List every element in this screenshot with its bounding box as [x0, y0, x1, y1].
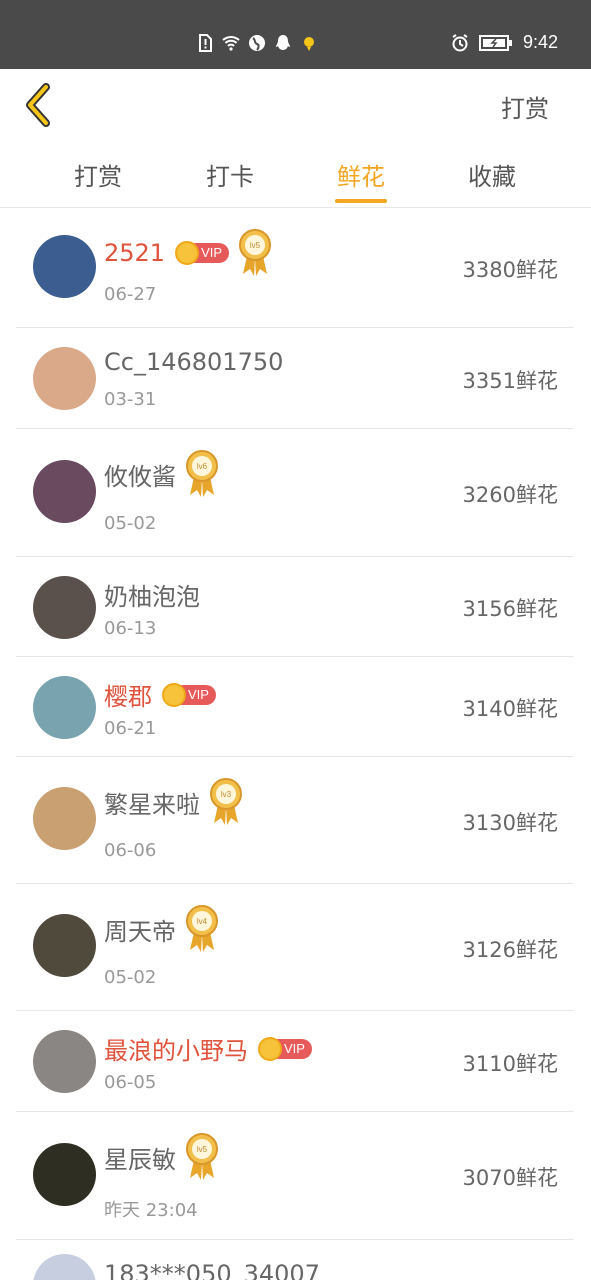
status-icons	[196, 34, 318, 52]
list-item[interactable]: 攸攸酱 lv6 05-02 3260鲜花	[16, 429, 574, 557]
sim-alert-icon	[199, 34, 212, 52]
flower-amount: 3260鲜花	[462, 483, 558, 507]
name-line: 繁星来啦 lv3	[104, 777, 244, 827]
level-text: lv5	[250, 241, 261, 250]
tab-active-indicator	[335, 199, 387, 203]
flower-amount: 3156鲜花	[462, 597, 558, 621]
level-text: lv3	[221, 790, 232, 799]
flower-amount: 3126鲜花	[462, 938, 558, 962]
name-line: 周天帝 lv4	[104, 904, 220, 954]
avatar[interactable]	[33, 787, 96, 850]
avatar[interactable]	[33, 676, 96, 739]
date-text: 06-06	[104, 840, 157, 861]
list-item[interactable]: 繁星来啦 lv3 06-06 3130鲜花	[16, 757, 574, 884]
user-name[interactable]: 星辰敏	[104, 1140, 176, 1175]
list-item[interactable]: Cc_146801750 03-31 3351鲜花	[16, 328, 574, 429]
avatar[interactable]	[33, 460, 96, 523]
name-line: Cc_146801750	[104, 348, 283, 376]
vip-badge: VIP	[162, 682, 216, 707]
list-item[interactable]: 樱郡 VIP 06-21 3140鲜花	[16, 657, 574, 757]
list-item[interactable]: 星辰敏 lv5 昨天 23:04 3070鲜花	[16, 1112, 574, 1240]
browser-icon	[249, 35, 265, 51]
avatar[interactable]	[33, 576, 96, 639]
qq-icon	[276, 35, 290, 50]
tab-checkin[interactable]: 打卡	[190, 157, 270, 192]
flower-amount: 3140鲜花	[462, 697, 558, 721]
status-right: 9:42	[451, 32, 558, 53]
user-name[interactable]: 183***050_34007	[104, 1260, 320, 1280]
status-time: 9:42	[522, 32, 558, 52]
date-text: 06-27	[104, 284, 157, 305]
avatar[interactable]	[33, 1143, 96, 1206]
user-name[interactable]: 奶柚泡泡	[104, 577, 200, 612]
vip-badge: VIP	[258, 1036, 312, 1061]
date-text: 06-13	[104, 618, 157, 639]
level-medal-icon: lv5	[186, 1133, 218, 1180]
level-text: lv5	[197, 1145, 208, 1154]
date-text: 03-31	[104, 389, 157, 410]
tab-favorites[interactable]: 收藏	[452, 157, 532, 192]
flower-amount: 3380鲜花	[462, 258, 558, 282]
level-text: lv4	[197, 917, 208, 926]
avatar[interactable]	[33, 347, 96, 410]
user-name[interactable]: 周天帝	[104, 912, 176, 947]
crown-icon	[175, 241, 200, 265]
level-text: lv6	[197, 462, 208, 471]
user-name[interactable]: 最浪的小野马	[104, 1031, 248, 1066]
list-item[interactable]: 2521 VIP lv5 06-27 3380鲜花	[16, 208, 574, 328]
user-name[interactable]: Cc_146801750	[104, 348, 283, 376]
list-item[interactable]: 183***050_34007	[16, 1240, 574, 1280]
crown-icon	[162, 682, 186, 707]
name-line: 2521 VIP lv5	[104, 228, 273, 278]
tab-bar: 打赏 打卡 鲜花 收藏	[0, 141, 591, 208]
list-item[interactable]: 最浪的小野马 VIP 06-05 3110鲜花	[16, 1011, 574, 1112]
tab-reward[interactable]: 打赏	[58, 157, 138, 192]
date-text: 昨天 23:04	[104, 1200, 198, 1221]
reward-header-button[interactable]: 打赏	[501, 89, 549, 124]
user-name[interactable]: 2521	[104, 239, 165, 267]
list-item[interactable]: 奶柚泡泡 06-13 3156鲜花	[16, 557, 574, 657]
date-text: 06-05	[104, 1072, 157, 1093]
alarm-icon	[452, 33, 468, 51]
name-line: 奶柚泡泡	[104, 577, 200, 612]
level-medal-icon: lv5	[239, 229, 272, 276]
flower-amount: 3351鲜花	[462, 369, 558, 393]
avatar[interactable]	[33, 914, 96, 977]
level-medal-icon: lv6	[186, 450, 218, 497]
crown-icon	[258, 1036, 282, 1061]
list-item[interactable]: 周天帝 lv4 05-02 3126鲜花	[16, 884, 574, 1011]
user-name[interactable]: 繁星来啦	[104, 785, 200, 820]
date-text: 05-02	[104, 967, 157, 988]
name-line: 樱郡 VIP	[104, 677, 216, 712]
flower-amount: 3070鲜花	[462, 1166, 558, 1190]
name-line: 183***050_34007	[104, 1260, 320, 1280]
tab-flowers[interactable]: 鲜花	[321, 157, 401, 192]
level-medal-icon: lv4	[186, 905, 218, 952]
status-bar: 9:42	[0, 0, 591, 69]
app-notification-icon	[304, 37, 314, 51]
vip-badge: VIP	[175, 241, 230, 265]
avatar[interactable]	[33, 235, 96, 298]
level-medal-icon: lv3	[210, 778, 242, 825]
avatar[interactable]	[33, 1030, 96, 1093]
avatar[interactable]	[33, 1254, 96, 1280]
battery-icon	[478, 34, 512, 51]
name-line: 最浪的小野马 VIP	[104, 1031, 312, 1066]
wifi-icon	[222, 36, 240, 51]
date-text: 06-21	[104, 718, 157, 739]
name-line: 攸攸酱 lv6	[104, 449, 220, 499]
user-name[interactable]: 攸攸酱	[104, 457, 176, 492]
flower-amount: 3110鲜花	[462, 1052, 558, 1076]
name-line: 星辰敏 lv5	[104, 1132, 220, 1182]
flower-amount: 3130鲜花	[462, 811, 558, 835]
date-text: 05-02	[104, 513, 157, 534]
nav-bar: 打赏	[0, 69, 591, 141]
user-name[interactable]: 樱郡	[104, 677, 152, 712]
back-chevron-icon[interactable]	[20, 81, 60, 129]
